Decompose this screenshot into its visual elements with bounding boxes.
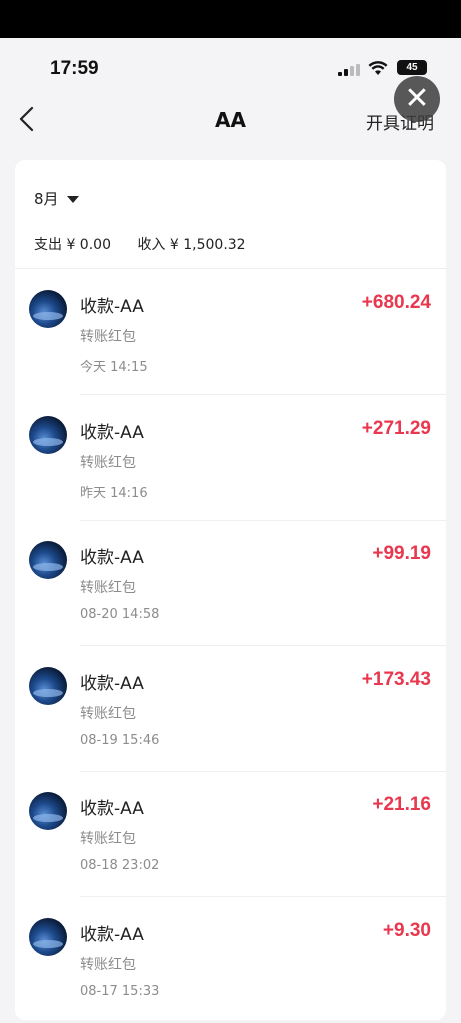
wifi-icon bbox=[368, 61, 388, 75]
transaction-amount: +271.29 bbox=[361, 418, 431, 439]
transaction-row[interactable]: 收款-AA 转账红包 08-18 23:02 +21.16 bbox=[15, 772, 446, 897]
transaction-amount: +21.16 bbox=[372, 794, 431, 815]
close-icon[interactable]: ✕ bbox=[394, 76, 440, 122]
transaction-amount: +99.19 bbox=[372, 543, 431, 564]
transaction-title: 收款-AA bbox=[80, 674, 144, 694]
transaction-time: 昨天 14:16 bbox=[80, 486, 148, 501]
divider bbox=[80, 645, 446, 646]
battery-icon: 45 bbox=[397, 60, 427, 75]
transaction-row[interactable]: 收款-AA 转账红包 08-19 15:46 +173.43 bbox=[15, 647, 446, 772]
month-selector[interactable]: 8月 bbox=[34, 188, 59, 209]
transaction-amount: +680.24 bbox=[361, 292, 431, 313]
transaction-card: 8月 支出 ¥ 0.00 收入 ¥ 1,500.32 收款-AA 转账红包 今天… bbox=[15, 160, 446, 1020]
divider bbox=[15, 268, 446, 269]
transaction-row[interactable]: 收款-AA 转账红包 今天 14:15 +680.24 bbox=[15, 270, 446, 395]
status-bar: 17:59 45 bbox=[0, 38, 461, 100]
income-total: 收入 ¥ 1,500.32 bbox=[137, 237, 246, 253]
avatar bbox=[29, 416, 67, 454]
avatar bbox=[29, 792, 67, 830]
transaction-title: 收款-AA bbox=[80, 548, 144, 568]
transaction-amount: +9.30 bbox=[382, 920, 431, 941]
cellular-signal-icon bbox=[338, 64, 362, 76]
transaction-title: 收款-AA bbox=[80, 297, 144, 317]
summary: 支出 ¥ 0.00 收入 ¥ 1,500.32 bbox=[34, 234, 268, 254]
transaction-time: 今天 14:15 bbox=[80, 360, 148, 375]
avatar bbox=[29, 290, 67, 328]
divider bbox=[80, 896, 446, 897]
transaction-time: 08-18 23:02 bbox=[80, 858, 160, 873]
transaction-type: 转账红包 bbox=[80, 329, 136, 345]
transaction-type: 转账红包 bbox=[80, 580, 136, 596]
transaction-time: 08-20 14:58 bbox=[80, 607, 160, 622]
transaction-time: 08-17 15:33 bbox=[80, 984, 160, 999]
transaction-title: 收款-AA bbox=[80, 799, 144, 819]
transaction-type: 转账红包 bbox=[80, 706, 136, 722]
transaction-title: 收款-AA bbox=[80, 423, 144, 443]
transaction-type: 转账红包 bbox=[80, 957, 136, 973]
top-black-bar bbox=[0, 0, 461, 38]
status-time: 17:59 bbox=[50, 58, 99, 79]
transaction-amount: +173.43 bbox=[361, 669, 431, 690]
avatar bbox=[29, 918, 67, 956]
navigation-bar: AA 开具证明 bbox=[0, 100, 461, 140]
avatar bbox=[29, 541, 67, 579]
caret-down-icon[interactable] bbox=[67, 196, 79, 203]
transaction-type: 转账红包 bbox=[80, 831, 136, 847]
transaction-title: 收款-AA bbox=[80, 925, 144, 945]
transaction-row[interactable]: 收款-AA 转账红包 08-20 14:58 +99.19 bbox=[15, 521, 446, 646]
transaction-type: 转账红包 bbox=[80, 455, 136, 471]
expense-total: 支出 ¥ 0.00 bbox=[34, 237, 111, 253]
transaction-time: 08-19 15:46 bbox=[80, 733, 160, 748]
transaction-row[interactable]: 收款-AA 转账红包 08-17 15:33 +9.30 bbox=[15, 898, 446, 1023]
transaction-row[interactable]: 收款-AA 转账红包 昨天 14:16 +271.29 bbox=[15, 396, 446, 521]
divider bbox=[80, 394, 446, 395]
avatar bbox=[29, 667, 67, 705]
